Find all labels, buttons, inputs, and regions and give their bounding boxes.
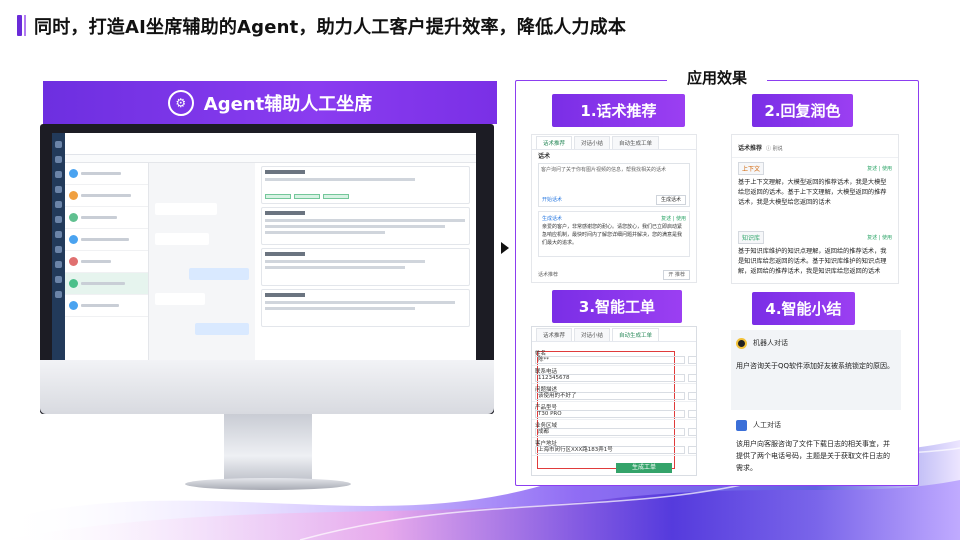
create-ticket-button[interactable]: 生成工单 <box>616 463 672 473</box>
monitor-stand <box>224 414 312 484</box>
tab-summary[interactable]: 对话小结 <box>574 136 611 149</box>
panel1-section: 话术 <box>538 153 551 160</box>
card-label-1: 1.话术推荐 <box>552 94 685 127</box>
slide: { "slide": { "title": "同时，打造AI坐席辅助的Agent… <box>0 0 960 540</box>
panel2-header-sub: ⓘ 别说 <box>766 146 783 152</box>
model-field[interactable]: T30 PRO <box>535 410 685 418</box>
robot-icon <box>736 338 747 349</box>
card-label-2: 2.回复润色 <box>752 94 853 127</box>
phone-field[interactable]: 112345678 <box>535 374 685 382</box>
tab-ticket-3[interactable]: 自动生成工单 <box>612 328 660 341</box>
agent-avatar-icon <box>736 420 747 431</box>
tab-script-3[interactable]: 话术推荐 <box>536 328 573 341</box>
context-text: 基于上下文理解，大模型返回的推荐话术，我是大模型给您返回的话术。基于上下文理解，… <box>738 179 887 206</box>
tab-summary-3[interactable]: 对话小结 <box>574 328 611 341</box>
region-field[interactable]: 成都 <box>535 428 685 436</box>
query-box[interactable]: 客户询问了关于你有图片视频的信息，帮我找相关的话术 开始话术 生成话术 <box>538 163 690 207</box>
kb-actions[interactable]: 复述 | 使用 <box>867 234 892 242</box>
generate-button[interactable]: 生成话术 <box>655 195 686 205</box>
app-sidebar <box>52 133 65 360</box>
app-tabs <box>65 155 476 163</box>
app-topbar <box>65 133 476 155</box>
kb-text: 基于知识库维护的知识点理解，返回给的推荐话术，我是知识库给您返回的话术。基于知识… <box>738 248 887 275</box>
monitor-base <box>185 478 351 490</box>
robot-title: 机器人对话 <box>753 339 788 347</box>
panel3-tabs: 话术推荐 对话小结 自动生成工单 <box>532 327 696 342</box>
ticket-field-region: 业务区域 成都 <box>532 420 696 438</box>
ticket-field-name: 姓名 陈** <box>532 348 696 366</box>
kb-tag: 知识库 <box>738 231 765 244</box>
query-text: 客户询问了关于你有图片视频的信息，帮我找相关的话术 <box>541 167 667 173</box>
monitor-chin <box>40 360 494 414</box>
human-title: 人工对话 <box>753 421 781 429</box>
name-field[interactable]: 陈** <box>535 356 685 364</box>
effect-title: 应用效果 <box>667 66 767 90</box>
page-title: 同时，打造AI坐席辅助的Agent，助力人工客户提升效率，降低人力成本 <box>34 17 627 38</box>
session-list <box>65 163 149 360</box>
footer-recommend-button[interactable]: 开 推荐 <box>663 270 690 280</box>
panel1-tabs: 话术推荐 对话小结 自动生成工单 <box>532 135 696 150</box>
ticket-field-issue: 问题描述 该使用的不好了 <box>532 384 696 402</box>
address-field[interactable]: 上海市闵行区XXX路183弄1号 <box>535 446 685 454</box>
human-summary: 该用户向客服咨询了文件下载日志的相关事宜，并提供了两个电话号码，主题是关于获取文… <box>736 440 890 472</box>
smart-summary-panel: 机器人对话 用户咨询关于QQ软件添加好友被系统锁定的原因。 人工对话 该用户向客… <box>731 330 901 478</box>
context-tag: 上下文 <box>738 162 765 175</box>
panel2-header: 话术推荐 <box>738 145 763 152</box>
chat-area <box>149 163 255 360</box>
ticket-field-address: 客户地址 上海市闵行区XXX路183弄1号 <box>532 438 696 456</box>
context-actions[interactable]: 复述 | 使用 <box>867 165 892 173</box>
title-accent-bar-light <box>24 15 26 36</box>
reply-polish-panel: 话术推荐 ⓘ 别说 上下文 复述 | 使用 基于上下文理解，大模型返回的推荐话术… <box>731 134 899 284</box>
copy-link[interactable]: 开始话术 <box>542 196 562 204</box>
card-label-4: 4.智能小结 <box>752 292 855 325</box>
result-card: 生成话术 复述 | 使用 亲爱的客户，非常感谢您的耐心。请您放心，我们已立即启动… <box>538 211 690 257</box>
ticket-field-model: 产品型号 T30 PRO <box>532 402 696 420</box>
tab-script[interactable]: 话术推荐 <box>536 136 573 149</box>
robot-summary: 用户咨询关于QQ软件添加好友被系统锁定的原因。 <box>736 362 895 370</box>
agent-banner: ⚙ Agent辅助人工坐席 <box>43 81 497 124</box>
result-text: 亲爱的客户，非常感谢您的耐心。请您放心，我们已立即启动紧急响应机制，最快时间内了… <box>542 224 683 246</box>
tab-ticket[interactable]: 自动生成工单 <box>612 136 660 149</box>
smart-ticket-panel: 话术推荐 对话小结 自动生成工单 姓名 陈** 联系电话 112345678 问题描… <box>531 326 697 476</box>
agent-assist-pane <box>255 163 476 360</box>
issue-field[interactable]: 该使用的不好了 <box>535 392 685 400</box>
monitor-screen <box>52 133 476 360</box>
agent-banner-label: Agent辅助人工坐席 <box>203 93 373 115</box>
ticket-field-phone: 联系电话 112345678 <box>532 366 696 384</box>
script-recommend-panel: 话术推荐 对话小结 自动生成工单 话术 客户询问了关于你有图片视频的信息，帮我找… <box>531 134 697 283</box>
title-accent-bar <box>17 15 22 36</box>
result-actions[interactable]: 复述 | 使用 <box>661 215 686 223</box>
card-label-3: 3.智能工单 <box>552 290 682 323</box>
result-label: 生成话术 <box>542 216 563 222</box>
footer-label: 话术推荐 <box>538 272 559 278</box>
arrow-right-icon <box>501 242 509 254</box>
brain-robot-icon: ⚙ <box>167 89 194 116</box>
